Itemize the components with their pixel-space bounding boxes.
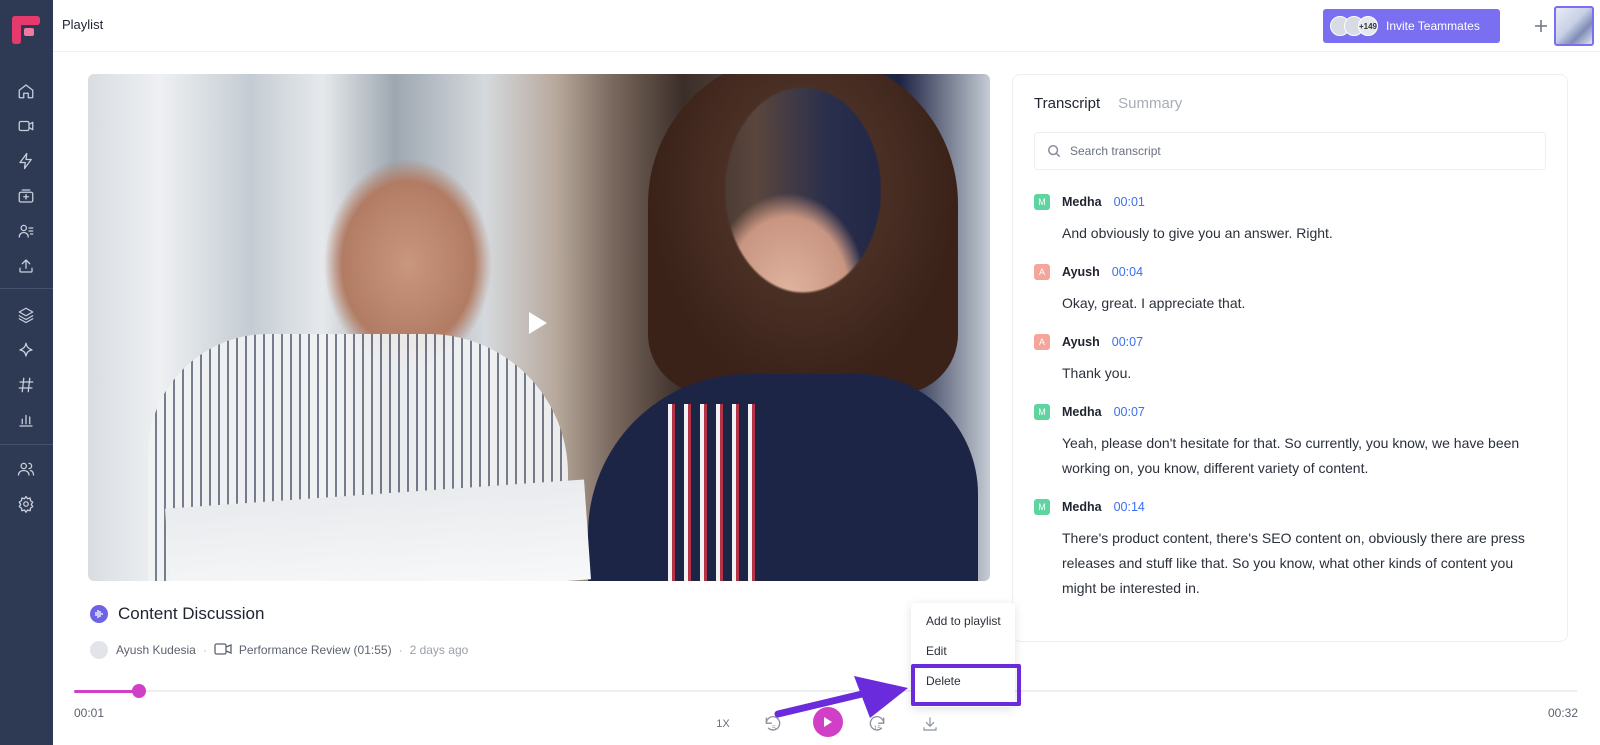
transcript-text: Okay, great. I appreciate that. <box>1062 295 1246 311</box>
video-title: Content Discussion <box>118 604 265 623</box>
sidebar-divider <box>0 288 53 289</box>
video-frame-detail <box>588 374 978 581</box>
user-avatar[interactable] <box>1554 6 1594 46</box>
invite-label: Invite Teammates <box>1386 19 1480 33</box>
speaker-name: Ayush <box>1062 265 1100 279</box>
speaker-name: Medha <box>1062 195 1102 209</box>
transcript-entry[interactable]: M Medha 00:01 And obviously to give you … <box>1034 193 1549 246</box>
hash-icon[interactable] <box>16 375 36 395</box>
app-logo[interactable] <box>12 16 40 44</box>
inbox-icon[interactable] <box>16 186 36 206</box>
transcript-text: Thank you. <box>1062 365 1132 381</box>
search-icon <box>1047 144 1061 158</box>
forward-seconds: 15 <box>874 725 882 732</box>
home-icon[interactable] <box>16 81 36 101</box>
speaker-badge: A <box>1034 334 1050 350</box>
timestamp-link[interactable]: 00:04 <box>1112 265 1143 279</box>
speaker-name: Medha <box>1062 500 1102 514</box>
transcript-entry[interactable]: M Medha 00:07 Yeah, please don't hesitat… <box>1034 403 1549 481</box>
timestamp-link[interactable]: 00:01 <box>1114 195 1145 209</box>
tab-transcript[interactable]: Transcript <box>1034 95 1100 112</box>
invite-teammates-button[interactable]: +149 Invite Teammates <box>1323 9 1500 43</box>
speaker-badge: M <box>1034 499 1050 515</box>
speaker-badge: M <box>1034 404 1050 420</box>
member-count-badge: +149 <box>1358 16 1378 36</box>
lightning-icon[interactable] <box>16 151 36 171</box>
total-time: 00:32 <box>1548 706 1579 720</box>
current-time: 00:01 <box>74 706 105 720</box>
download-icon[interactable] <box>918 712 942 736</box>
rewind-seconds: 5 <box>772 725 776 732</box>
transcript-entry[interactable]: A Ayush 00:04 Okay, great. I appreciate … <box>1034 263 1549 316</box>
delete-highlight-box <box>911 664 1021 706</box>
speaker-name: Medha <box>1062 405 1102 419</box>
page-title: Playlist <box>62 17 104 32</box>
speaker-badge: M <box>1034 194 1050 210</box>
camera-icon <box>214 642 232 658</box>
timestamp-link[interactable]: 00:14 <box>1114 500 1145 514</box>
plus-icon[interactable] <box>1527 12 1555 40</box>
upload-icon[interactable] <box>16 256 36 276</box>
playback-speed-label: 1X <box>716 718 730 730</box>
speaker-badge: A <box>1034 264 1050 280</box>
play-overlay-icon[interactable] <box>523 308 553 338</box>
top-bar: Playlist +149 Invite Teammates <box>53 0 1600 52</box>
transcript-entry[interactable]: M Medha 00:14 There's product content, t… <box>1034 498 1549 601</box>
video-frame-detail <box>668 404 758 581</box>
sidebar <box>0 0 53 745</box>
user-list-icon[interactable] <box>16 221 36 241</box>
transcript-search[interactable] <box>1034 132 1546 170</box>
video-title-row: Content Discussion <box>90 604 264 624</box>
meta-separator: · <box>202 643 207 657</box>
users-icon[interactable] <box>16 459 36 479</box>
playback-speed-button[interactable]: 1X <box>708 712 738 736</box>
timestamp-link[interactable]: 00:07 <box>1112 335 1143 349</box>
transcript-text: There's product content, there's SEO con… <box>1062 530 1525 596</box>
video-frame-detail <box>648 74 958 394</box>
video-icon[interactable] <box>16 116 36 136</box>
video-player[interactable] <box>88 74 990 581</box>
transcript-list: M Medha 00:01 And obviously to give you … <box>1034 193 1549 618</box>
transcript-panel: Transcript Summary M Medha 00:01 And obv… <box>1012 74 1568 642</box>
menu-item-edit[interactable]: Edit <box>926 644 947 658</box>
bar-chart-icon[interactable] <box>16 410 36 430</box>
source-recording[interactable]: Performance Review (01:55) <box>239 643 392 657</box>
seek-progress <box>74 690 139 693</box>
owner-avatar <box>90 641 108 659</box>
gear-icon[interactable] <box>16 494 36 514</box>
app: Playlist +149 Invite Teammates Content D… <box>0 0 1600 745</box>
tab-summary[interactable]: Summary <box>1118 95 1182 112</box>
meta-separator: · <box>398 643 403 657</box>
panel-tabs: Transcript Summary <box>1034 95 1200 112</box>
speaker-name: Ayush <box>1062 335 1100 349</box>
video-age: 2 days ago <box>409 643 469 657</box>
arrow-annotation-icon <box>774 676 908 718</box>
transcript-text: Yeah, please don't hesitate for that. So… <box>1062 435 1520 476</box>
owner-name[interactable]: Ayush Kudesia <box>116 643 196 657</box>
layers-icon[interactable] <box>16 305 36 325</box>
seek-handle[interactable] <box>132 684 146 698</box>
sidebar-divider <box>0 444 53 445</box>
search-input[interactable] <box>1070 144 1510 158</box>
menu-item-add-to-playlist[interactable]: Add to playlist <box>926 614 1001 628</box>
transcript-text: And obviously to give you an answer. Rig… <box>1062 225 1333 241</box>
audio-wave-icon <box>90 605 108 623</box>
timestamp-link[interactable]: 00:07 <box>1114 405 1145 419</box>
sparkle-icon[interactable] <box>16 340 36 360</box>
transcript-entry[interactable]: A Ayush 00:07 Thank you. <box>1034 333 1549 386</box>
video-meta: Ayush Kudesia · Performance Review (01:5… <box>90 641 468 659</box>
